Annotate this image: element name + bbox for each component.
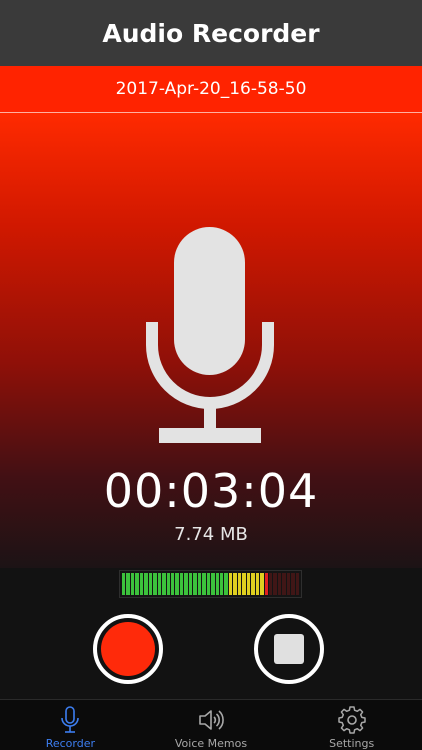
level-meter-segment: [237, 573, 242, 595]
recording-filename: 2017-Apr-20_16-58-50: [115, 79, 307, 99]
level-meter-segment: [228, 573, 233, 595]
recording-filename-bar: 2017-Apr-20_16-58-50: [0, 66, 422, 113]
level-meter-segment: [122, 573, 126, 595]
app-title-bar: Audio Recorder: [0, 0, 422, 66]
level-meter-segment: [224, 573, 228, 595]
level-meter-segment: [157, 573, 162, 595]
tab-recorder[interactable]: Recorder: [0, 700, 141, 750]
file-size: 7.74 MB: [174, 524, 248, 545]
level-meter-segment: [175, 573, 179, 595]
level-meter-segment: [211, 573, 215, 595]
level-meter-segment: [162, 573, 166, 595]
level-meter-segment: [130, 573, 135, 595]
app-title: Audio Recorder: [102, 18, 320, 48]
level-meter-segment: [264, 573, 268, 595]
level-meter-segment: [179, 573, 184, 595]
level-meter-segment: [206, 573, 211, 595]
level-meter-segment: [197, 573, 202, 595]
level-meter-segment: [215, 573, 219, 595]
tab-settings-label: Settings: [329, 737, 375, 750]
microphone-icon: [146, 227, 274, 443]
level-meter-segment: [184, 573, 188, 595]
level-meter-segment: [166, 573, 170, 595]
stop-button[interactable]: [254, 614, 324, 684]
level-meter-segment: [139, 573, 144, 595]
level-meter-segment: [188, 573, 193, 595]
level-meter-segment: [260, 573, 264, 595]
level-meter-segment: [246, 573, 251, 595]
level-meter: [119, 570, 302, 598]
tab-recorder-label: Recorder: [45, 737, 95, 750]
level-meter-segment: [193, 573, 197, 595]
level-meter-segment: [153, 573, 157, 595]
elapsed-time: 00:03:04: [103, 464, 319, 518]
level-meter-segment: [273, 573, 277, 595]
level-meter-segment: [255, 573, 260, 595]
tab-voice-memos-label: Voice Memos: [174, 737, 248, 750]
level-meter-segment: [144, 573, 148, 595]
stop-square-icon: [274, 634, 304, 664]
level-meter-segment: [148, 573, 153, 595]
tab-voice-memos[interactable]: Voice Memos: [141, 700, 282, 750]
level-meter-segment: [268, 573, 273, 595]
level-meter-segment: [219, 573, 224, 595]
tab-settings[interactable]: Settings: [281, 700, 422, 750]
tab-bar: Recorder Voice Memos Settings: [0, 699, 422, 750]
record-dot-icon: [101, 622, 155, 676]
record-button[interactable]: [93, 614, 163, 684]
level-meter-segment: [251, 573, 255, 595]
level-meter-segment: [242, 573, 246, 595]
level-meter-segment: [295, 573, 300, 595]
gear-icon: [337, 706, 366, 734]
level-meter-segment: [286, 573, 291, 595]
level-meter-segment: [202, 573, 206, 595]
level-meter-segment: [282, 573, 286, 595]
level-meter-segment: [291, 573, 295, 595]
level-meter-segment: [170, 573, 175, 595]
level-meter-segment: [277, 573, 282, 595]
level-meter-segment: [233, 573, 237, 595]
speaker-icon: [199, 710, 224, 730]
level-meter-segment: [135, 573, 139, 595]
microphone-icon: [61, 706, 80, 733]
level-meter-segment: [126, 573, 130, 595]
